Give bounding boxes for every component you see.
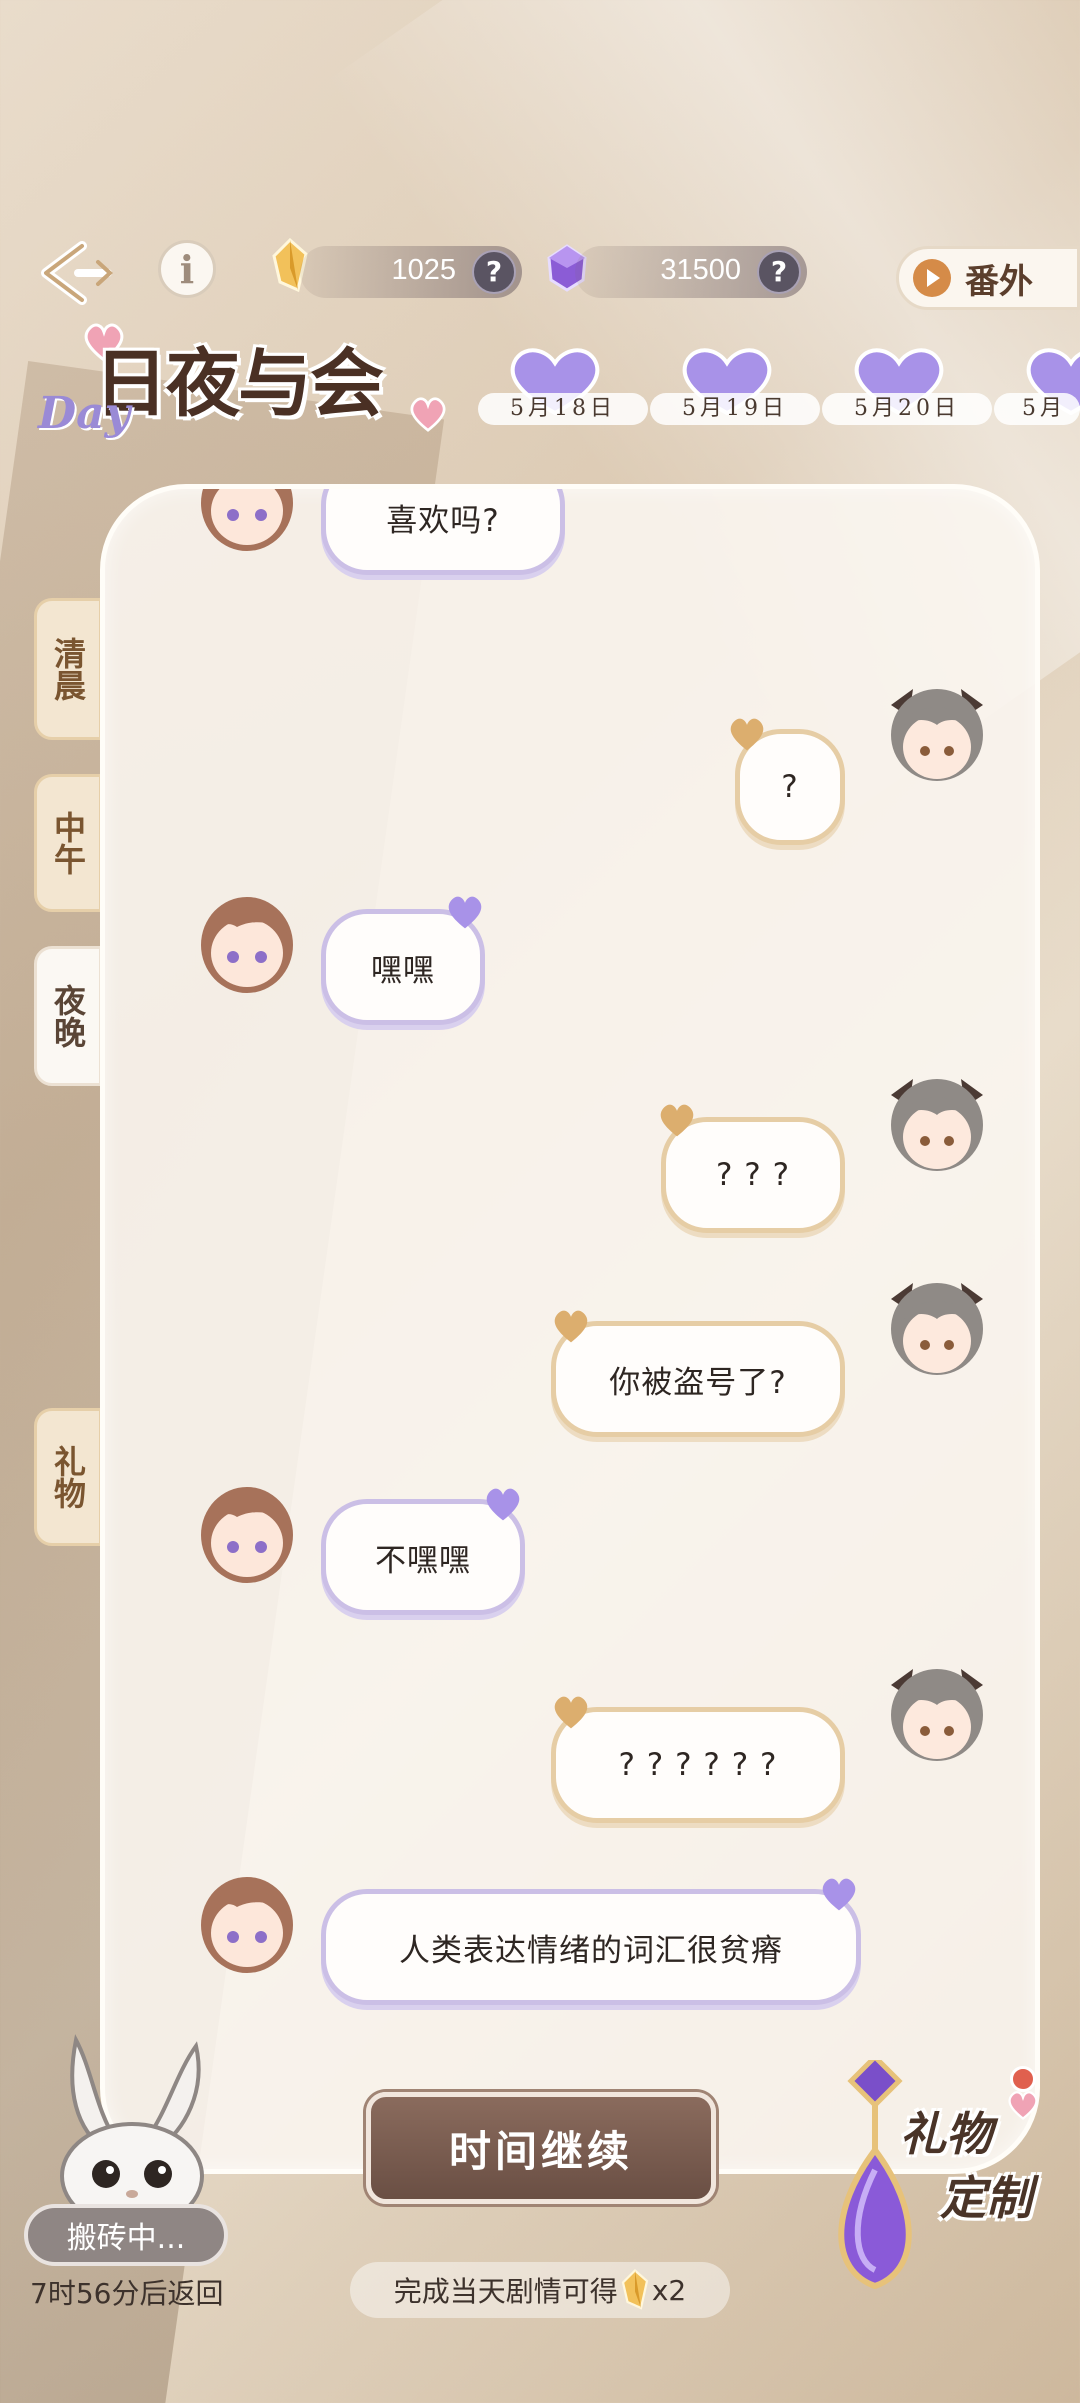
info-button[interactable]: i	[158, 240, 216, 298]
continue-time-button[interactable]: 时间继续	[366, 2092, 716, 2204]
busy-status-text: 搬砖中...	[66, 2221, 186, 2256]
gift-custom-line2: 定制	[940, 2171, 1032, 2225]
gift-custom-line1: 礼物	[900, 2107, 992, 2161]
girl-avatar-icon	[891, 1283, 983, 1375]
date-tab-4[interactable]: 5月	[994, 345, 1080, 435]
boy-avatar-icon	[201, 489, 293, 551]
purple-currency: 31500 ?	[575, 246, 807, 298]
extra-story-label: 番外	[965, 261, 1033, 302]
reward-text: 完成当天剧情可得	[393, 2275, 618, 2308]
heart-icon	[554, 1696, 588, 1729]
reward-multiplier: x2	[651, 2273, 687, 2307]
title-logo: 日夜与会 Day	[38, 300, 468, 450]
message-text: ? ? ?	[715, 1157, 791, 1193]
purple-amount: 31500	[660, 254, 741, 286]
boy-avatar-icon	[201, 1487, 293, 1583]
gold-help-button[interactable]: ?	[472, 250, 516, 294]
message-text: 你被盗号了?	[609, 1364, 787, 1401]
tab-noon-label: 中午	[49, 811, 87, 875]
tab-night-label: 夜晚	[49, 984, 87, 1048]
date-tab-3[interactable]: 5月20日	[822, 345, 992, 435]
tab-morning[interactable]: 清晨	[34, 598, 102, 740]
message-text: 嘿嘿	[371, 952, 435, 989]
extra-story-button[interactable]: 番外	[896, 246, 1080, 310]
heart-icon	[486, 1488, 520, 1521]
busy-status-badge[interactable]: 搬砖中...	[24, 2204, 228, 2266]
info-icon: i	[179, 246, 195, 292]
date-tab-1[interactable]: 5月18日	[478, 345, 648, 435]
earring-icon	[838, 2060, 912, 2290]
play-icon	[913, 259, 951, 297]
boy-avatar-icon	[201, 897, 293, 993]
boy-avatar-icon	[201, 1877, 293, 1973]
continue-time-label: 时间继续	[448, 2126, 633, 2176]
back-button[interactable]	[38, 240, 118, 306]
message-bubble: 你被盗号了?	[551, 1321, 845, 1437]
gold-crystal-icon	[621, 2269, 649, 2310]
heart-icon	[730, 718, 764, 751]
date-label: 5月18日	[478, 393, 648, 425]
page-title: 日夜与会	[94, 341, 384, 427]
girl-avatar-icon	[891, 1079, 983, 1171]
back-arrow-icon	[41, 241, 113, 305]
message-bubble: 人类表达情绪的词汇很贫瘠	[321, 1889, 861, 2005]
date-tab-2[interactable]: 5月19日	[650, 345, 820, 435]
heart-icon	[448, 896, 482, 929]
tab-gift[interactable]: 礼物	[34, 1408, 102, 1546]
message-text: ?	[781, 769, 799, 805]
reward-info: 完成当天剧情可得 x2	[350, 2262, 730, 2318]
date-label: 5月19日	[650, 393, 820, 425]
bunny-mascot-icon	[60, 2034, 204, 2230]
title-accent: Day	[38, 388, 131, 439]
tab-morning-label: 清晨	[49, 637, 87, 701]
message-bubble: 喜欢吗?	[321, 489, 565, 575]
date-label: 5月20日	[822, 393, 992, 425]
date-label: 5月	[994, 393, 1080, 425]
girl-avatar-icon	[891, 1669, 983, 1761]
gold-amount: 1025	[391, 254, 456, 286]
heart-icon	[660, 1104, 694, 1137]
message-text: 人类表达情绪的词汇很贫瘠	[399, 1932, 783, 1969]
heart-icon	[554, 1310, 588, 1343]
message-text: 不嘿嘿	[375, 1542, 471, 1579]
notification-dot	[1010, 2066, 1036, 2092]
tab-noon[interactable]: 中午	[34, 774, 102, 912]
heart-icon	[1008, 2091, 1038, 2120]
message-text: ? ? ? ? ? ?	[618, 1747, 778, 1783]
tab-night[interactable]: 夜晚	[34, 946, 102, 1086]
return-timer: 7时56分后返回	[30, 2277, 224, 2310]
message-bubble: ? ? ? ? ? ?	[551, 1707, 845, 1823]
heart-icon	[822, 1878, 856, 1911]
heart-icon	[410, 397, 446, 432]
purple-help-button[interactable]: ?	[757, 250, 801, 294]
tab-gift-label: 礼物	[49, 1445, 87, 1509]
chat-panel[interactable]: 喜欢吗? ? 嘿嘿 ? ? ? 你被盗号了? 不嘿嘿 ? ? ? ? ? ? 人…	[100, 484, 1040, 2174]
message-text: 喜欢吗?	[386, 502, 500, 539]
girl-avatar-icon	[891, 689, 983, 781]
gold-currency: 1025 ?	[300, 246, 522, 298]
